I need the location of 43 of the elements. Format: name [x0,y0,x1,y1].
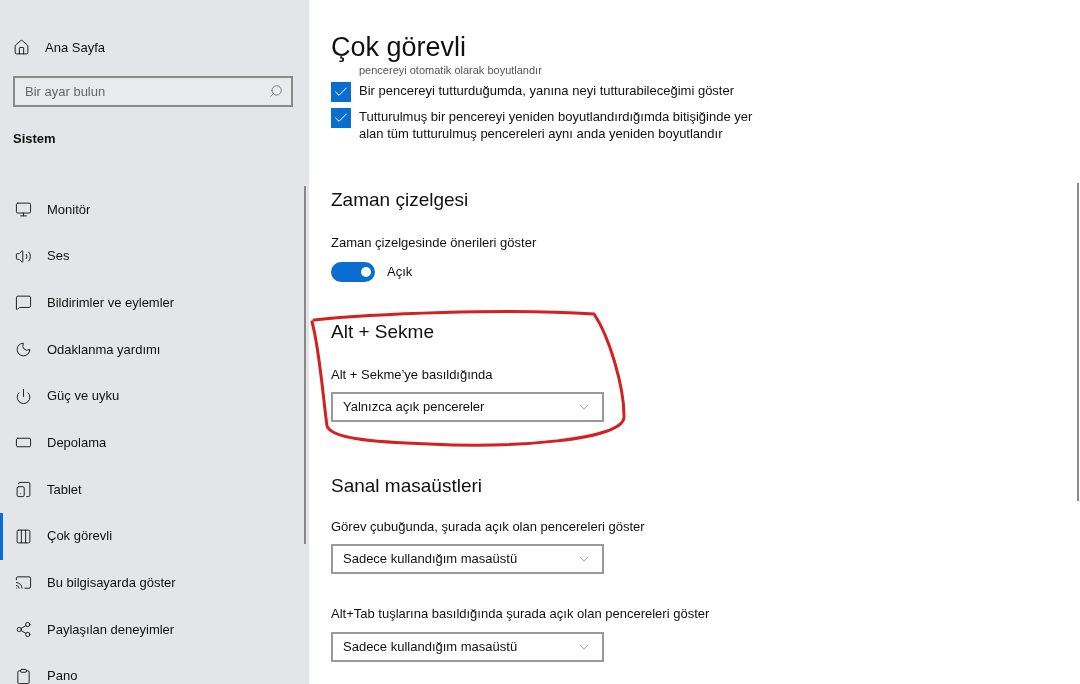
share-icon [15,621,32,639]
option-text: pencereyi otomatik olarak boyutlandır [359,64,543,76]
sidebar-item[interactable]: Depolama [0,419,309,467]
home-icon [13,39,30,57]
dropdown[interactable]: Yalnızca açık pencereler [331,392,604,422]
clipboard-icon [15,667,32,684]
power-icon [15,387,32,405]
speech-bubble-icon [15,294,32,312]
sidebar-item[interactable]: Bu bilgisayarda göster [0,559,309,607]
toggle-switch[interactable] [331,262,375,282]
dropdown[interactable]: Sadece kullandığım masaüstü [331,544,604,574]
sidebar-item[interactable]: Ses [0,232,309,280]
checkbox[interactable] [331,108,351,128]
speaker-icon [15,247,32,265]
sidebar-item[interactable]: Odaklanma yardımı [0,326,309,373]
tablet-icon [15,480,32,498]
sidebar-item[interactable]: Bildirimler ve eylemler [0,279,309,327]
moon-icon [15,340,32,358]
sidebar-item[interactable]: Tablet [0,466,309,513]
section-heading: Zaman çizelgesi [331,188,470,212]
search-icon [269,83,283,98]
setting-label: Alt + Sekme’ye basıldığında [331,365,494,384]
setting-label: Görev çubuğunda, şurada açık olan pencereleri göster [331,517,646,536]
toggle-state: Açık [387,263,413,282]
section-heading: Sanal masaüstleri [331,474,484,498]
projector-icon [15,574,32,592]
setting-label: Zaman çizelgesinde önerileri göster [331,233,538,252]
home-link[interactable]: Ana Sayfa [0,38,309,58]
monitor-icon [15,200,32,218]
multitask-icon [15,527,32,545]
section-heading: Alt + Sekme [331,320,435,344]
dropdown[interactable]: Sadece kullandığım masaüstü [331,631,604,662]
search-field[interactable]: Bir ayar bulun [13,75,293,107]
checkbox-label: Tutturulmuş bir pencereyi yeniden boyutlandırdığımda bitişiğinde yer alan tüm tutturulmuş pencereleri aynı anda yeniden boyutlandır [359,108,754,142]
page-title: Çok görevli [331,31,468,64]
sidebar-item[interactable]: Güç ve uyku [0,372,309,420]
checkbox-label: Bir pencereyi tutturduğumda, yanına neyi tutturabileceğimi göster [359,82,735,99]
sidebar-item[interactable]: Paylaşılan deneyimler [0,606,309,653]
sidebar-item[interactable]: Monitör [0,186,309,233]
section-heading: Sistem [13,129,57,148]
setting-label: Alt+Tab tuşlarına basıldığında şurada açık olan pencereleri göster [331,605,711,623]
checkbox[interactable] [331,82,351,102]
sidebar-item[interactable]: Pano [0,652,309,684]
